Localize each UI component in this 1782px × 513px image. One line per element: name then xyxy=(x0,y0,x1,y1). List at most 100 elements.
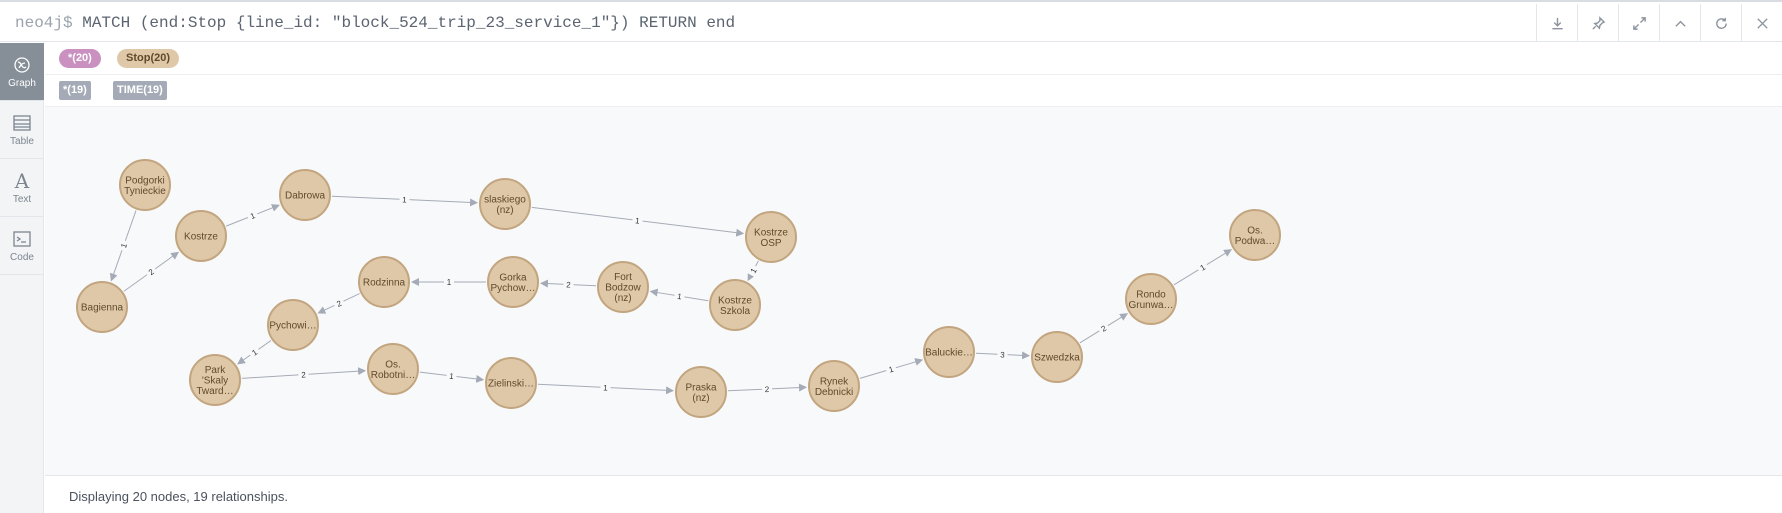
relationship-label: 1 xyxy=(1195,260,1209,274)
graph-node-kostrze-szkola[interactable]: KostrzeSzkola xyxy=(709,279,761,331)
download-button[interactable] xyxy=(1536,4,1577,42)
graph-node-fort-bodzow[interactable]: FortBodzow(nz) xyxy=(597,261,649,313)
graph-svg[interactable]: 1 2 1 1 1 1 1 2 1 2 1 2 1 1 2 1 3 2 1 PodgorkiTynieckie Bag… xyxy=(45,107,1782,476)
relationship-label: 1 xyxy=(246,209,259,222)
query-text[interactable]: MATCH (end:Stop {line_id: "block_524_tri… xyxy=(82,14,735,32)
node-caption: Robotni… xyxy=(371,370,415,381)
graph-node-praska[interactable]: Praska(nz) xyxy=(675,366,727,418)
collapse-button[interactable] xyxy=(1659,4,1700,42)
sidebar-item-label: Text xyxy=(12,193,32,205)
fullscreen-button[interactable] xyxy=(1618,4,1659,42)
sidebar-item-code[interactable]: Code xyxy=(0,217,44,275)
node-caption: Pychowi… xyxy=(269,321,316,332)
text-icon: A xyxy=(14,168,30,193)
graph-node-baluckie[interactable]: Baluckie… xyxy=(923,326,975,378)
graph-node-rodzinna[interactable]: Rodzinna xyxy=(358,256,410,308)
node-caption: Tward… xyxy=(196,386,233,397)
graph-node-slaskiego[interactable]: slaskiego(nz) xyxy=(479,178,531,230)
relationship-label: 3 xyxy=(997,349,1008,360)
node-caption: Park xyxy=(205,365,227,376)
graph-node-bagienna[interactable]: Bagienna xyxy=(76,281,128,333)
query-editor[interactable]: neo4j$ MATCH (end:Stop {line_id: "block_… xyxy=(15,14,735,32)
rerun-button[interactable] xyxy=(1700,4,1741,42)
relationship-label: 2 xyxy=(144,264,158,278)
node-caption: Kostrze xyxy=(184,232,218,243)
close-button[interactable] xyxy=(1741,4,1782,42)
relationship-label: 1 xyxy=(884,362,897,375)
graph-node-park[interactable]: Park'SkalyTward… xyxy=(189,354,241,406)
graph-node-kostrze-osp[interactable]: KostrzeOSP xyxy=(745,211,797,263)
node-caption: Pychow… xyxy=(490,283,535,294)
node-caption: Fort xyxy=(614,272,632,283)
node-caption: Szwedzka xyxy=(1034,353,1080,364)
frame-toolbar xyxy=(1536,4,1782,42)
graph-node-dabrowa[interactable]: Dabrowa xyxy=(279,169,331,221)
node-caption: Gorka xyxy=(499,272,527,283)
view-sidebar: Graph Table A Text Code xyxy=(0,43,44,513)
graph-icon xyxy=(14,56,30,73)
node-caption: Zielinski… xyxy=(488,379,534,390)
pin-button[interactable] xyxy=(1577,4,1618,42)
relationship-label: 1 xyxy=(399,194,410,205)
sidebar-item-graph[interactable]: Graph xyxy=(0,43,44,101)
node-caption: Grunwa… xyxy=(1128,300,1173,311)
graph-node-pychowi[interactable]: Pychowi… xyxy=(267,299,319,351)
graph-node-rynek[interactable]: RynekDebnicki xyxy=(808,360,860,412)
node-caption: Os. xyxy=(385,359,401,370)
legend-all-relationships[interactable]: *(19) xyxy=(59,81,91,100)
node-caption: Rodzinna xyxy=(363,278,406,289)
relationship-label: 2 xyxy=(332,296,346,310)
node-caption: (nz) xyxy=(614,293,631,304)
node-caption: Debnicki xyxy=(815,387,853,398)
node-caption: Dabrowa xyxy=(285,191,325,202)
graph-canvas[interactable]: 1 2 1 1 1 1 1 2 1 2 1 2 1 1 2 1 3 2 1 Podgorki Tynieckie Bag… xyxy=(45,107,1782,476)
legend-all-nodes[interactable]: *(20) xyxy=(59,49,101,68)
collapse-up-icon xyxy=(1674,20,1686,27)
status-summary: Displaying 20 nodes, 19 relationships. xyxy=(69,489,288,504)
legend-time-relationship[interactable]: TIME(19) xyxy=(113,81,167,100)
sidebar-item-text[interactable]: A Text xyxy=(0,159,44,217)
node-caption: Rondo xyxy=(1136,289,1166,300)
node-caption: slaskiego xyxy=(484,194,526,205)
graph-node-podgorki[interactable]: PodgorkiTynieckie xyxy=(119,159,171,211)
relationship-label: 1 xyxy=(117,239,129,252)
relationship-type-label: 1 xyxy=(447,278,452,287)
node-caption: Szkola xyxy=(720,306,750,317)
refresh-icon xyxy=(1715,17,1727,29)
legend-stop-label[interactable]: Stop(20) xyxy=(117,49,179,68)
node-caption: OSP xyxy=(760,238,781,249)
relationship-label: 1 xyxy=(446,370,458,381)
graph-node-os-podwa[interactable]: Os.Podwa… xyxy=(1229,209,1281,261)
node-caption: (nz) xyxy=(496,205,513,216)
node-caption: Kostrze xyxy=(718,295,752,306)
graph-node-szwedzka[interactable]: Szwedzka xyxy=(1031,331,1083,383)
node-caption: (nz) xyxy=(692,393,709,404)
relationship-label: 2 xyxy=(563,279,574,290)
table-icon xyxy=(13,114,31,131)
relationship-label: 1 xyxy=(247,345,261,359)
relationship-label: 1 xyxy=(444,277,454,287)
graph-node-kostrze[interactable]: Kostrze xyxy=(175,210,227,262)
prompt-label: neo4j$ xyxy=(15,14,73,32)
graph-node-gorka[interactable]: GorkaPychow… xyxy=(487,256,539,308)
pin-icon xyxy=(1591,15,1605,30)
node-caption: Os. xyxy=(1247,225,1263,236)
graph-node-zielinski[interactable]: Zielinski… xyxy=(485,357,537,409)
node-caption: Podwa… xyxy=(1235,236,1276,247)
node-label-legend: *(20) Stop(20) xyxy=(45,43,1782,75)
relationship-legend: *(19) TIME(19) xyxy=(45,75,1782,107)
expand-icon xyxy=(1632,16,1646,30)
node-caption: Kostrze xyxy=(754,227,788,238)
query-bar: neo4j$ MATCH (end:Stop {line_id: "block_… xyxy=(0,4,1782,42)
relationship-label: 1 xyxy=(673,290,686,301)
node-caption: Praska xyxy=(685,382,717,393)
close-icon xyxy=(1756,17,1768,29)
graph-node-rondo[interactable]: RondoGrunwa… xyxy=(1125,273,1177,325)
graph-node-os-robotn[interactable]: Os.Robotni… xyxy=(367,343,419,395)
relationship-label: 1 xyxy=(600,382,611,393)
relationship-label: 1 xyxy=(632,214,644,226)
node-caption: 'Skaly xyxy=(202,376,228,387)
node-caption: Bagienna xyxy=(81,303,124,314)
download-icon xyxy=(1551,17,1563,29)
sidebar-item-table[interactable]: Table xyxy=(0,101,44,159)
